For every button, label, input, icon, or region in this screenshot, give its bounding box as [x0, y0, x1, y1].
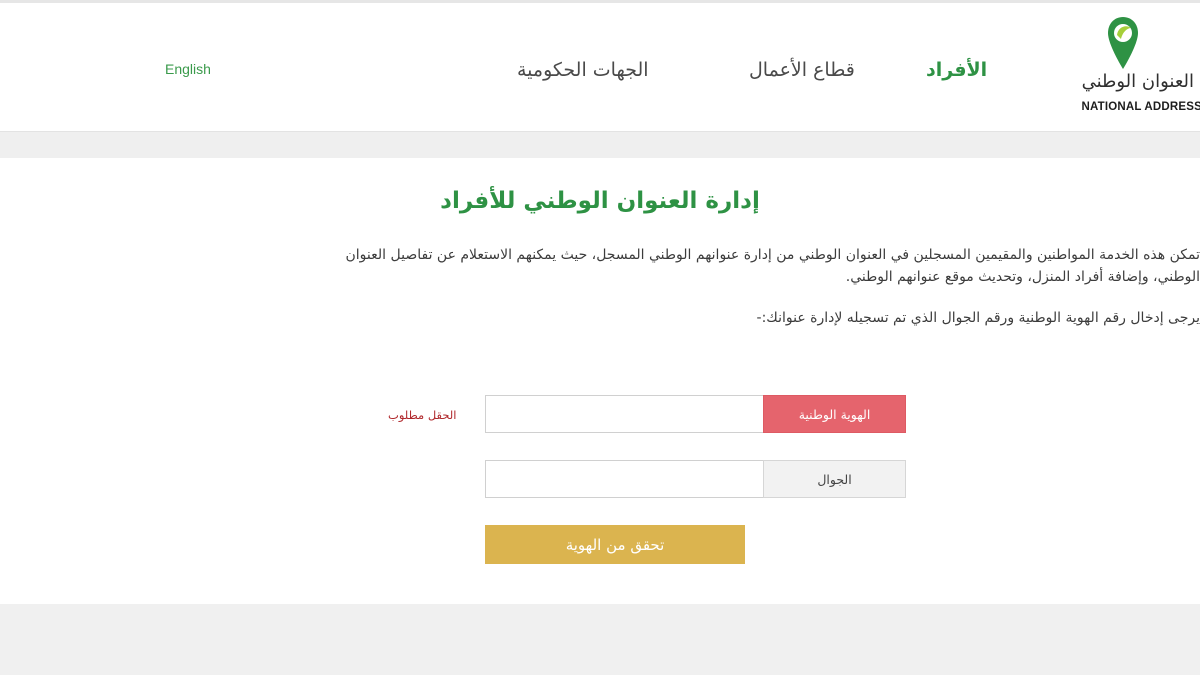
- main-content: إدارة العنوان الوطني للأفراد تمكن هذه ال…: [0, 158, 1200, 604]
- logo-english-text: NATIONAL ADDRESS: [1081, 101, 1200, 113]
- service-description: تمكن هذه الخدمة المواطنين والمقيمين المس…: [20, 244, 1200, 288]
- mobile-input[interactable]: [485, 460, 764, 498]
- mobile-row: الجوال: [485, 460, 906, 498]
- site-header: العنوان الوطني NATIONAL ADDRESS الأفراد …: [0, 3, 1200, 132]
- mobile-label: الجوال: [763, 460, 906, 498]
- national-id-row: الهوية الوطنية: [485, 395, 906, 433]
- national-id-label: الهوية الوطنية: [763, 395, 906, 433]
- language-switch-link[interactable]: English: [165, 61, 211, 77]
- logo-arabic-text: العنوان الوطني: [1081, 71, 1194, 92]
- description-line-1: تمكن هذه الخدمة المواطنين والمقيمين المس…: [345, 247, 1200, 263]
- required-field-error: الحقل مطلوب: [388, 408, 457, 422]
- page-title: إدارة العنوان الوطني للأفراد: [440, 188, 760, 214]
- nav-individuals[interactable]: الأفراد: [926, 59, 987, 81]
- nav-government-entities[interactable]: الجهات الحكومية: [517, 59, 649, 81]
- footer-area: [0, 604, 1200, 675]
- national-address-logo[interactable]: العنوان الوطني NATIONAL ADDRESS: [1060, 15, 1200, 120]
- location-pin-icon: [1108, 17, 1138, 69]
- nav-business-sector[interactable]: قطاع الأعمال: [749, 59, 855, 81]
- form-instruction: يرجى إدخال رقم الهوية الوطنية ورقم الجوا…: [756, 310, 1200, 326]
- header-spacer: [0, 132, 1200, 158]
- verify-identity-button[interactable]: تحقق من الهوية: [485, 525, 745, 564]
- description-line-2: الوطني، وإضافة أفراد المنزل، وتحديث موقع…: [845, 269, 1200, 285]
- national-id-input[interactable]: [485, 395, 764, 433]
